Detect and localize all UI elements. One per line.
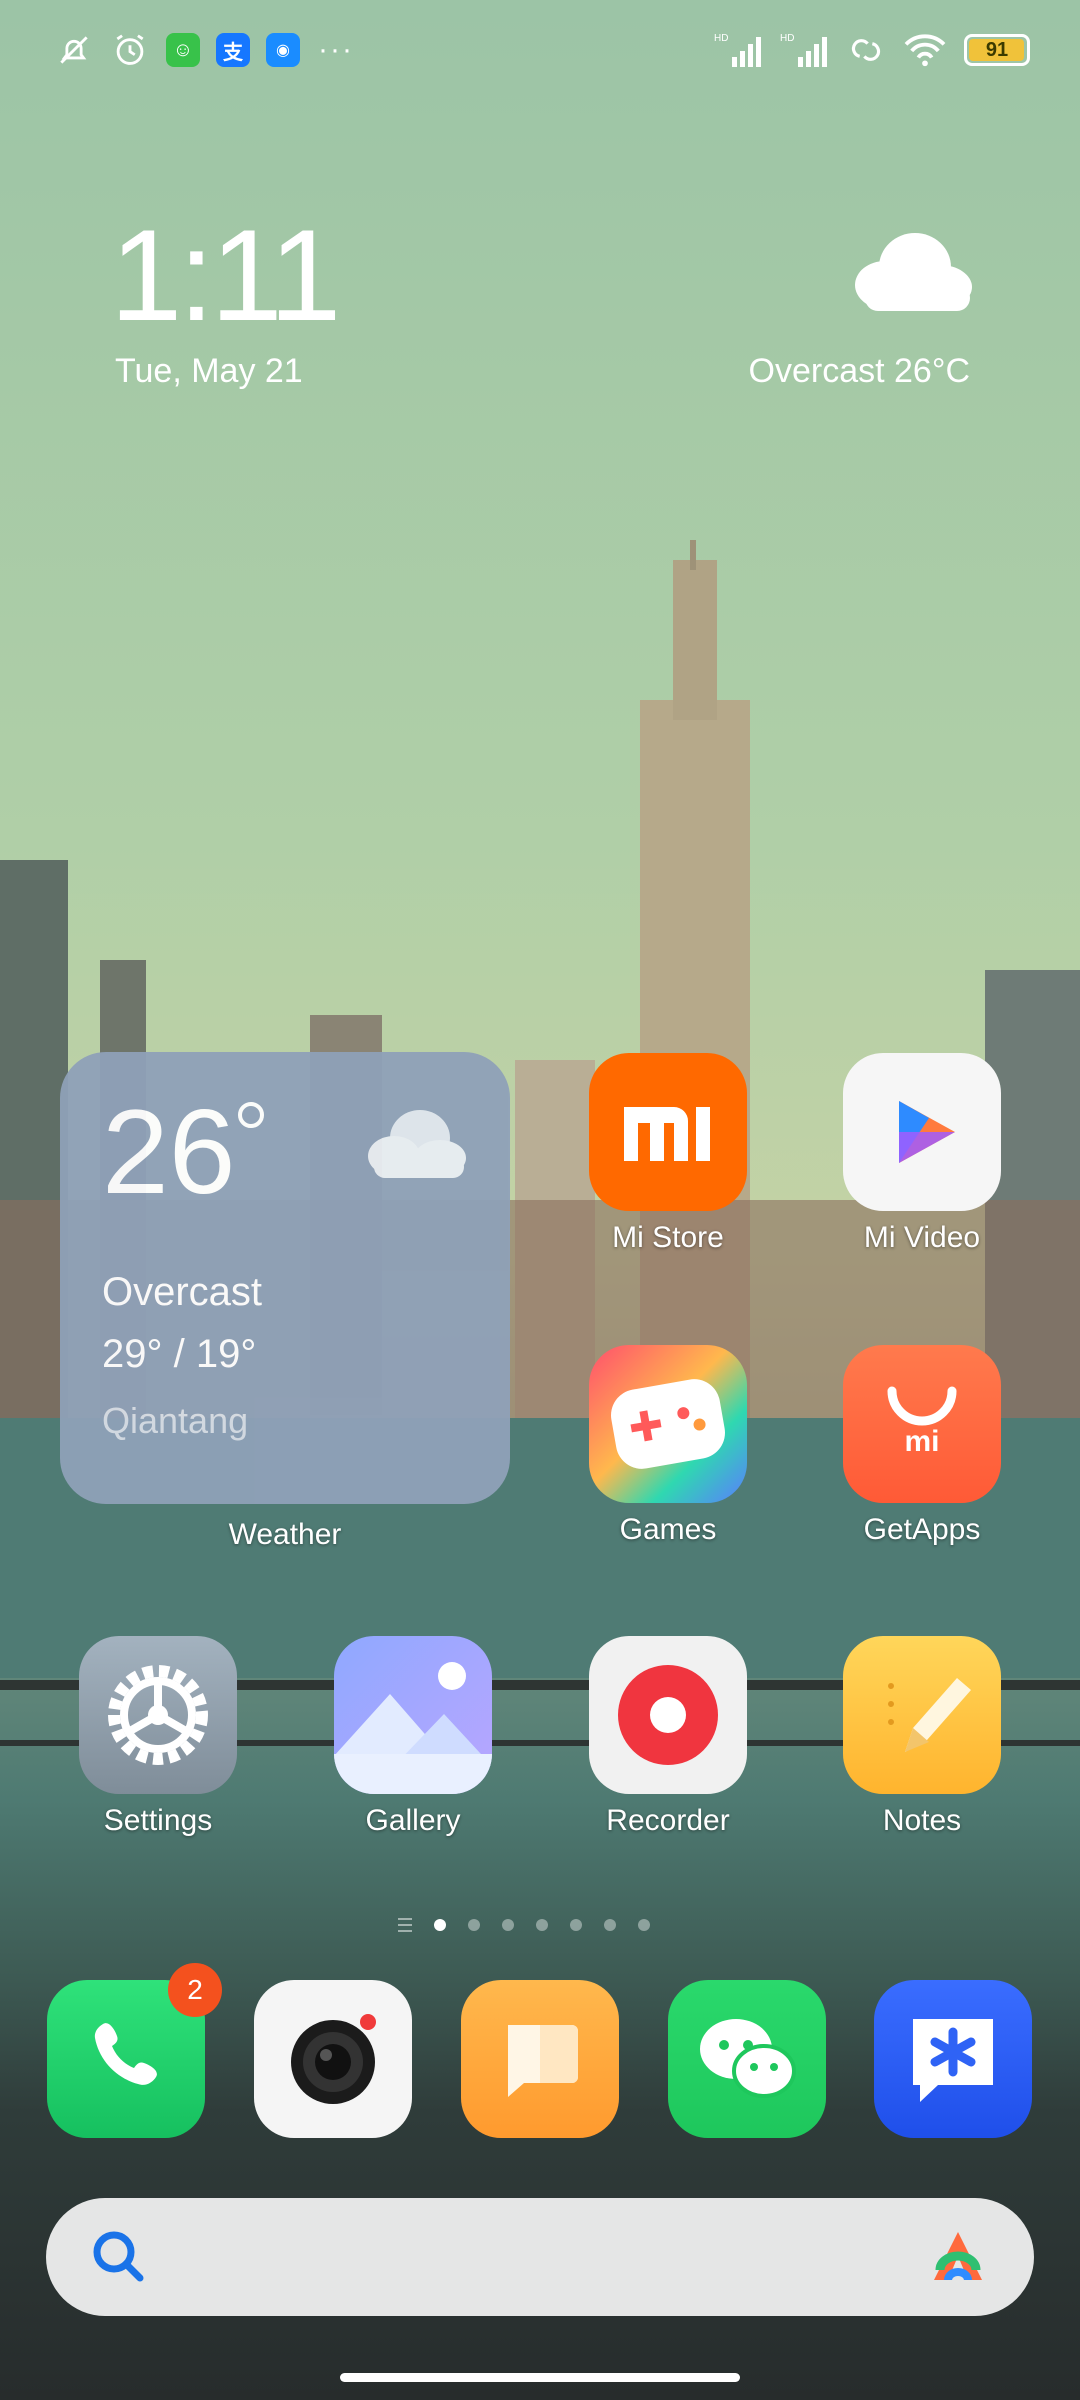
page-dot-1[interactable] xyxy=(434,1919,446,1931)
weather-widget[interactable]: 26 Overcast 29° / 19° Qiantang xyxy=(60,1052,510,1504)
mute-bell-icon xyxy=(54,30,94,70)
mi-store-label: Mi Store xyxy=(612,1221,724,1254)
page-dot-5[interactable] xyxy=(570,1919,582,1931)
phone-notification-badge: 2 xyxy=(168,1963,222,2017)
assistant-icon[interactable] xyxy=(926,2226,990,2291)
page-dot-4[interactable] xyxy=(536,1919,548,1931)
page-dot-3[interactable] xyxy=(502,1919,514,1931)
games-label: Games xyxy=(619,1513,717,1546)
page-dot-6[interactable] xyxy=(604,1919,616,1931)
alarm-icon xyxy=(110,30,150,70)
camera-lens-icon xyxy=(291,2014,376,2104)
home-indicator[interactable] xyxy=(340,2373,740,2382)
signal-hd-icon: HD xyxy=(714,30,766,70)
page-dot-2[interactable] xyxy=(468,1919,480,1931)
shopping-bag-icon: mi xyxy=(843,1345,1001,1503)
android-app-notification-icon: ☺ xyxy=(166,33,200,67)
gear-icon xyxy=(79,1636,237,1794)
notes-label: Notes xyxy=(882,1804,962,1837)
mi-store-app[interactable]: Mi Store xyxy=(568,1053,768,1255)
weather-temperature: 26 xyxy=(102,1085,236,1219)
link-icon xyxy=(846,30,886,70)
recorder-label: Recorder xyxy=(606,1804,730,1837)
phone-icon xyxy=(94,2023,157,2085)
messages-app[interactable] xyxy=(461,1980,619,2138)
alipay-notification-icon: 支 xyxy=(216,33,250,67)
degree-symbol xyxy=(238,1102,264,1128)
record-icon xyxy=(589,1636,747,1794)
search-icon[interactable] xyxy=(90,2228,150,2293)
image-icon xyxy=(334,1636,492,1794)
cloud-icon[interactable] xyxy=(845,225,975,320)
wechat-app[interactable] xyxy=(668,1980,826,2138)
gallery-label: Gallery xyxy=(365,1804,461,1837)
svg-text:HD: HD xyxy=(714,33,728,44)
wechat-icon xyxy=(700,2019,796,2098)
recorder-app[interactable]: Recorder xyxy=(568,1636,768,1838)
weather-city: Qiantang xyxy=(102,1400,249,1441)
asterisk-chat-icon xyxy=(913,2019,993,2102)
message-bubble-icon xyxy=(508,2025,578,2097)
status-bar: ☺ 支 ◉ ··· HD HD 91 xyxy=(0,0,1080,110)
pencil-icon xyxy=(843,1636,1001,1794)
weather-summary[interactable]: Overcast 26°C xyxy=(749,352,970,391)
weather-widget-label: Weather xyxy=(228,1518,342,1551)
app-notification-icon: ◉ xyxy=(266,33,300,67)
mi-logo-icon xyxy=(589,1053,747,1211)
signal-hd-icon-2: HD xyxy=(780,30,832,70)
clock-time[interactable]: 1:11 xyxy=(110,210,341,340)
settings-label: Settings xyxy=(103,1804,213,1837)
list-view-icon xyxy=(398,1918,412,1932)
mi-video-label: Mi Video xyxy=(863,1221,981,1254)
mi-video-app[interactable]: Mi Video xyxy=(822,1053,1022,1255)
svg-text:HD: HD xyxy=(780,33,794,44)
getapps-app[interactable]: mi GetApps xyxy=(822,1345,1022,1547)
svg-text:mi: mi xyxy=(904,1425,939,1458)
cloud-icon xyxy=(360,1104,470,1189)
notes-app[interactable]: Notes xyxy=(822,1636,1022,1838)
weather-condition: Overcast xyxy=(102,1270,263,1314)
dingtalk-app[interactable] xyxy=(874,1980,1032,2138)
getapps-label: GetApps xyxy=(863,1513,981,1546)
clock-date[interactable]: Tue, May 21 xyxy=(115,352,303,391)
battery-indicator: 91 xyxy=(964,34,1030,66)
page-indicator[interactable] xyxy=(398,1918,650,1932)
page-dot-7[interactable] xyxy=(638,1919,650,1931)
search-bar[interactable] xyxy=(46,2198,1034,2316)
battery-level: 91 xyxy=(985,38,1009,61)
more-notifications-icon: ··· xyxy=(318,33,354,66)
games-app[interactable]: Games xyxy=(568,1345,768,1547)
settings-app[interactable]: Settings xyxy=(58,1636,258,1838)
gallery-app[interactable]: Gallery xyxy=(313,1636,513,1838)
wifi-icon xyxy=(900,30,950,70)
play-icon xyxy=(843,1053,1001,1211)
gamepad-icon xyxy=(589,1345,747,1503)
camera-app[interactable] xyxy=(254,1980,412,2138)
weather-range: 29° / 19° xyxy=(102,1332,257,1376)
